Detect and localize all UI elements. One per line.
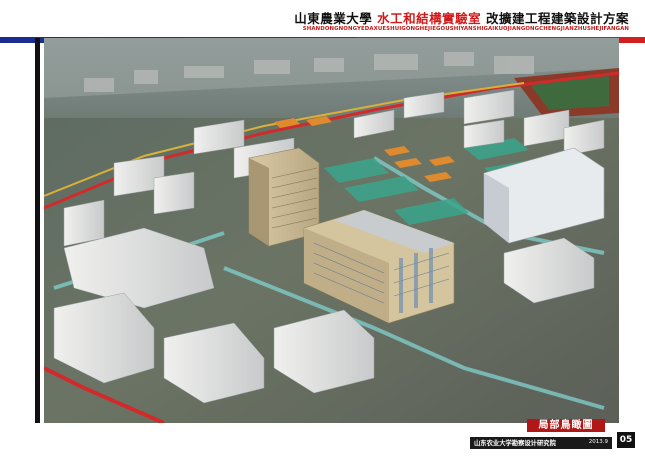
pinyin-subtitle: SHANDONGNONGYEDAXUESHUIGONGHEJIEGOUSHIYA… — [302, 26, 629, 32]
institute-name: 山东农业大学勘察设计研究院 — [474, 440, 556, 447]
left-accent-bar — [35, 38, 40, 423]
date: 2013.9 — [588, 439, 608, 445]
view-label: 局部鳥瞰圖 — [527, 419, 605, 432]
university-name: 山東農業大學 — [294, 11, 373, 26]
page-title: 山東農業大學 水工和結構實驗室 改擴建工程建築設計方案 — [294, 8, 629, 27]
tall-tower-side — [249, 158, 269, 246]
aerial-render-svg — [44, 38, 619, 423]
aerial-render-image — [44, 38, 619, 423]
page-number: 05 — [617, 432, 635, 448]
project-name: 改擴建工程建築設計方案 — [485, 11, 629, 26]
page: 山東農業大學 水工和結構實驗室 改擴建工程建築設計方案 SHANDONGNONG… — [0, 0, 645, 457]
footer-bar: 山东农业大学勘察设计研究院 2013.9 — [470, 437, 612, 449]
header: 山東農業大學 水工和結構實驗室 改擴建工程建築設計方案 SHANDONGNONG… — [0, 6, 645, 43]
lab-name: 水工和結構實驗室 — [377, 11, 482, 26]
